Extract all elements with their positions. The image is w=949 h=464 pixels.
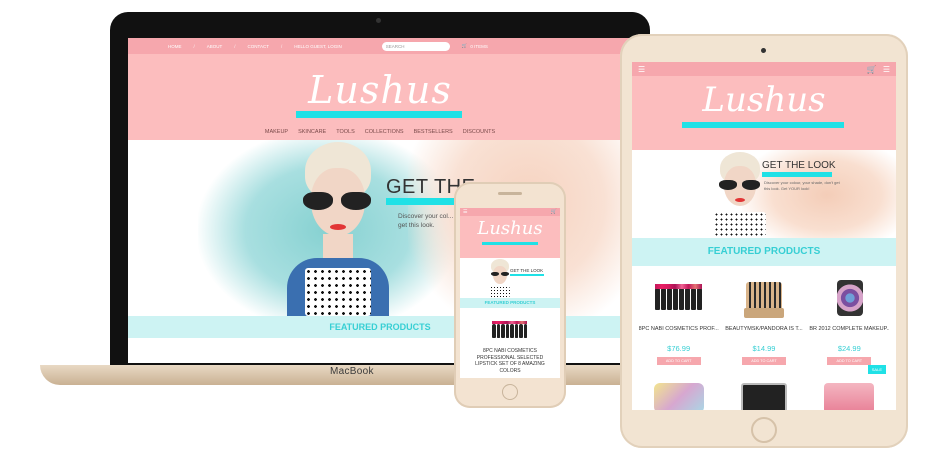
site-logo[interactable]: Lushus bbox=[460, 218, 560, 239]
nav-collections[interactable]: COLLECTIONS bbox=[365, 129, 404, 135]
sunglasses-icon bbox=[491, 272, 499, 276]
tablet-camera bbox=[761, 48, 766, 53]
polka-clutch bbox=[305, 268, 371, 316]
product-grid-row-2: SALE bbox=[632, 365, 896, 410]
add-to-cart-button[interactable]: ADD TO CART bbox=[827, 357, 872, 365]
phone-topbar: ☰ 🛒 bbox=[460, 208, 560, 216]
hero-title: GET THE LOOK bbox=[510, 268, 544, 273]
product-price: $14.99 bbox=[752, 344, 776, 353]
login-link[interactable]: HELLO GUEST, LOGIN bbox=[294, 44, 342, 49]
cart-count: 0 Items bbox=[470, 43, 488, 49]
hero-title-bar bbox=[762, 172, 832, 177]
sunglasses-icon bbox=[719, 180, 737, 190]
product-card[interactable]: 8PC NABI COSMETICS PROFESSIONAL SELECTED… bbox=[460, 308, 560, 374]
cart-icon[interactable]: 🛒 bbox=[867, 65, 877, 74]
phone-header: Lushus bbox=[460, 216, 560, 258]
polka-clutch bbox=[714, 212, 766, 238]
sale-badge: SALE bbox=[867, 365, 886, 374]
train-case-image[interactable] bbox=[740, 383, 787, 410]
product-price: $24.99 bbox=[837, 344, 861, 353]
tablet-topbar: ☰ 🛒 ☰ bbox=[632, 62, 896, 76]
laptop-header: Lushus MAKEUP SKINCARE TOOLS COLLECTIONS… bbox=[128, 54, 632, 140]
laptop-device: HOME / ABOUT / CONTACT / HELLO GUEST, LO… bbox=[110, 12, 650, 377]
laptop-topbar: HOME / ABOUT / CONTACT / HELLO GUEST, LO… bbox=[128, 38, 632, 54]
sunglasses-icon bbox=[303, 192, 333, 210]
nav-link-home[interactable]: HOME bbox=[168, 44, 182, 49]
brush-set-image bbox=[734, 276, 794, 320]
home-button[interactable] bbox=[502, 384, 518, 400]
menu-icon[interactable]: ☰ bbox=[463, 209, 467, 215]
product-name[interactable]: BEAUTYMSK/PANDORA IS T... bbox=[724, 326, 804, 332]
laptop-base bbox=[40, 365, 710, 385]
model-portrait bbox=[488, 258, 512, 298]
laptop-brand-label: MacBook bbox=[330, 366, 374, 377]
product-name[interactable]: 8PC NABI COSMETICS PROF... bbox=[639, 326, 719, 332]
product-name[interactable]: BR 2012 COMPLETE MAKEUP... bbox=[809, 326, 889, 332]
site-logo[interactable]: Lushus bbox=[632, 80, 896, 120]
cart-button[interactable]: 🛒 0 Items bbox=[462, 43, 488, 49]
tablet-screen: ☰ 🛒 ☰ Lushus GET THE LOOK Discover your … bbox=[632, 62, 896, 410]
logo-underline bbox=[296, 111, 462, 118]
phone-screen: ☰ 🛒 Lushus GET THE LOOK FEATURED PRODUCT… bbox=[460, 208, 560, 378]
featured-heading: FEATURED PRODUCTS bbox=[460, 298, 560, 308]
nav-tools[interactable]: TOOLS bbox=[336, 129, 355, 135]
featured-heading: FEATURED PRODUCTS bbox=[632, 238, 896, 266]
nav-bestsellers[interactable]: BESTSELLERS bbox=[414, 129, 453, 135]
hero-banner[interactable]: GET THE LOOK Discover your colour, your … bbox=[632, 150, 896, 238]
site-logo[interactable]: Lushus bbox=[128, 68, 632, 112]
home-button[interactable] bbox=[751, 417, 777, 443]
palette-image[interactable] bbox=[823, 383, 874, 410]
hero-title-bar bbox=[510, 274, 544, 276]
nav-skincare[interactable]: SKINCARE bbox=[298, 129, 326, 135]
nav-discounts[interactable]: DISCOUNTS bbox=[463, 129, 495, 135]
product-grid: 8PC NABI COSMETICS PROF... $76.99 ADD TO… bbox=[632, 266, 896, 365]
phone-device: ☰ 🛒 Lushus GET THE LOOK FEATURED PRODUCT… bbox=[454, 182, 566, 408]
tablet-header: Lushus bbox=[632, 76, 896, 150]
nav-makeup[interactable]: MAKEUP bbox=[265, 129, 288, 135]
hero-desc: Discover your colour, your shade, don't … bbox=[764, 180, 840, 191]
nav-link-about[interactable]: ABOUT bbox=[207, 44, 223, 49]
cart-icon: 🛒 bbox=[461, 43, 468, 48]
main-nav: MAKEUP SKINCARE TOOLS COLLECTIONS BESTSE… bbox=[128, 129, 632, 135]
hero-title: GET THE LOOK bbox=[762, 160, 836, 171]
product-price: $76.99 bbox=[667, 344, 691, 353]
logo-underline bbox=[682, 122, 844, 128]
search-input[interactable]: Search bbox=[381, 41, 450, 51]
add-to-cart-button[interactable]: ADD TO CART bbox=[741, 357, 786, 365]
nav-link-contact[interactable]: CONTACT bbox=[248, 44, 269, 49]
lipstick-set-image bbox=[649, 276, 709, 320]
phone-speaker bbox=[498, 192, 522, 195]
polka-clutch bbox=[490, 286, 510, 298]
logo-underline bbox=[482, 242, 538, 245]
lipstick-set-image bbox=[490, 320, 530, 340]
account-icon[interactable]: ☰ bbox=[883, 65, 890, 74]
cart-icon[interactable]: 🛒 bbox=[551, 209, 557, 215]
product-card[interactable]: 8PC NABI COSMETICS PROF... $76.99 ADD TO… bbox=[639, 276, 719, 365]
cosmetic-bag-image[interactable] bbox=[654, 383, 705, 410]
hero-banner[interactable]: GET THE LOOK bbox=[460, 258, 560, 298]
menu-icon[interactable]: ☰ bbox=[638, 65, 645, 74]
product-name[interactable]: 8PC NABI COSMETICS PROFESSIONAL SELECTED… bbox=[460, 340, 560, 374]
tablet-device: ☰ 🛒 ☰ Lushus GET THE LOOK Discover your … bbox=[620, 34, 908, 448]
model-portrait bbox=[710, 150, 770, 238]
product-card[interactable]: BEAUTYMSK/PANDORA IS T... $14.99 ADD TO … bbox=[724, 276, 804, 365]
model-portrait bbox=[283, 140, 393, 316]
laptop-camera bbox=[376, 18, 381, 23]
product-card[interactable]: BR 2012 COMPLETE MAKEUP... $24.99 ADD TO… bbox=[809, 276, 889, 365]
makeup-kit-image bbox=[819, 276, 879, 320]
add-to-cart-button[interactable]: ADD TO CART bbox=[656, 357, 701, 365]
